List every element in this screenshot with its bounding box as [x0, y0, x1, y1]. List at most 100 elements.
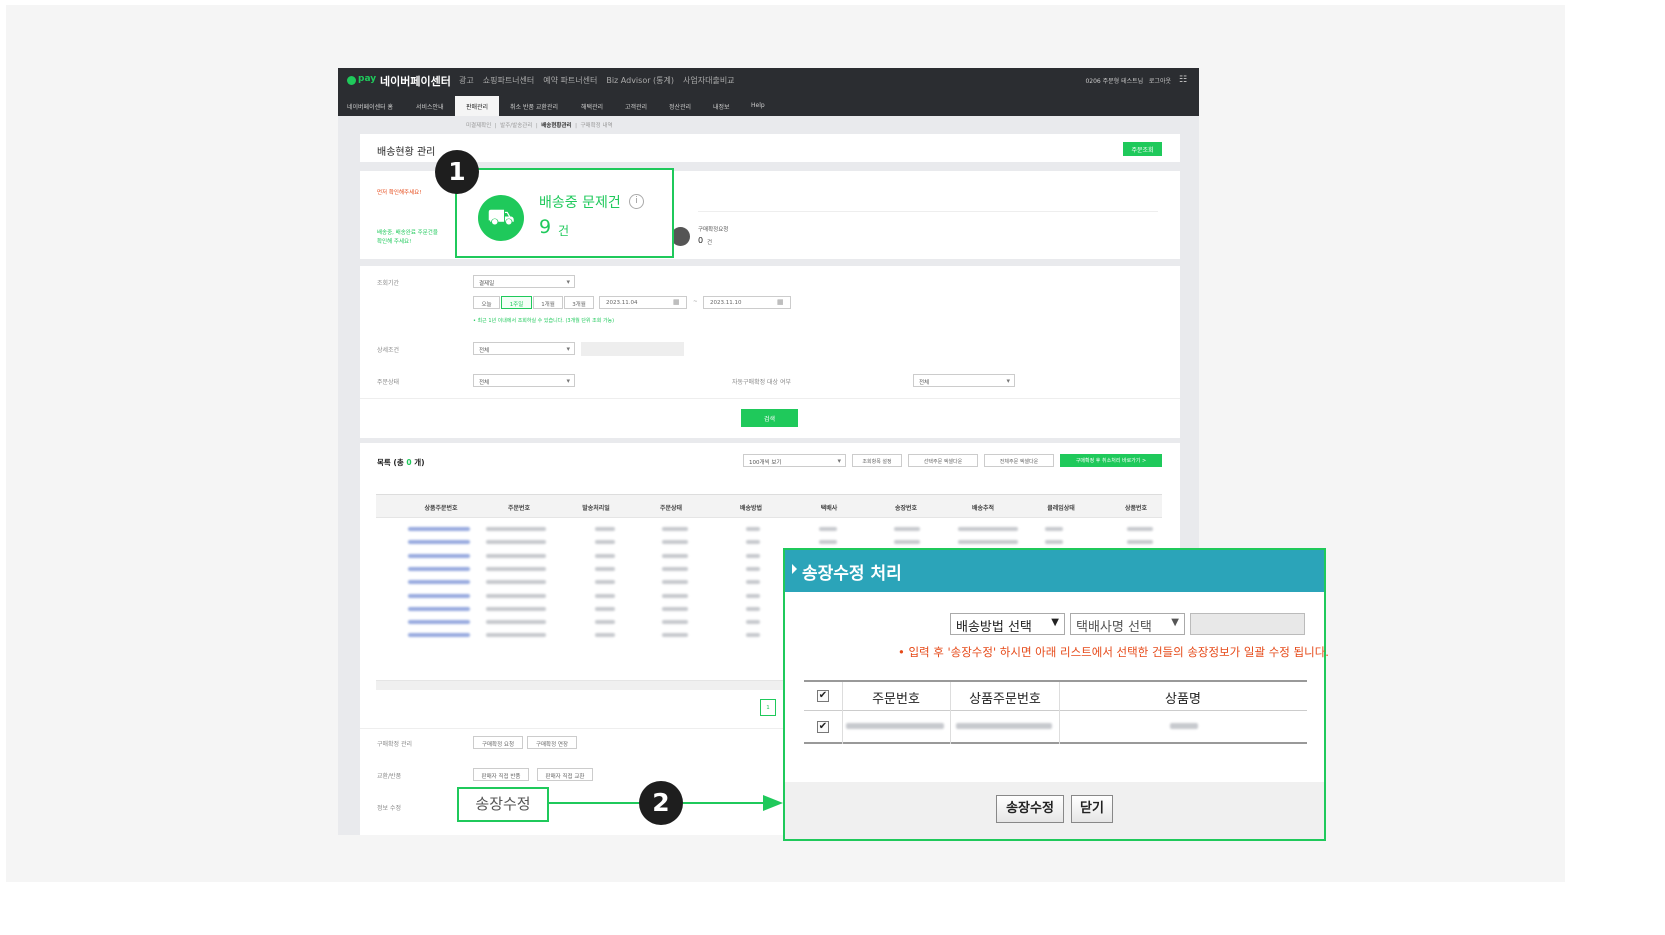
col-claim-status[interactable]: 클레임상태: [1047, 503, 1075, 512]
subnav-item-benefits[interactable]: 해택관리: [581, 102, 603, 111]
excel-all-button[interactable]: 전체주문 엑셀다운: [984, 454, 1054, 467]
shipping-method-value: 배송방법 선택: [956, 620, 1032, 635]
breadcrumb-item[interactable]: 발주/발송관리: [500, 123, 532, 129]
subnav-item-claims[interactable]: 취소 반품 교환관리: [510, 102, 558, 111]
range-3month-button[interactable]: 3개월: [564, 296, 594, 309]
blurred-cell: [662, 620, 688, 625]
confirm-request-count[interactable]: 0: [698, 236, 703, 245]
top-menu-item[interactable]: 사업자대출비교: [683, 75, 735, 86]
breadcrumb: 미결제확인 | 발주/발송관리 | 배송현황관리 | 구매확정 내역: [466, 123, 613, 129]
top-navigation-bar: pay 네이버페이센터 광고 쇼핑파트너센터 예약 파트너센터 Biz Advi…: [338, 68, 1199, 93]
detail-keyword-input[interactable]: [581, 342, 684, 356]
col-order-status[interactable]: 주문상태: [660, 503, 682, 512]
subnav-item-settlement[interactable]: 정산관리: [669, 102, 691, 111]
range-1week-button[interactable]: 1주일: [501, 296, 532, 309]
blurred-cell: [662, 540, 688, 545]
blurred-cell: [408, 593, 470, 598]
range-1month-button[interactable]: 1개월: [533, 296, 563, 309]
close-button[interactable]: 닫기: [1071, 795, 1113, 823]
divider: [1059, 682, 1060, 711]
table-header: 상품주문번호 주문번호 발송처리일 주문상태 배송방법 택배사 송장번호 배송추…: [376, 494, 1162, 518]
row-checkbox[interactable]: ✔: [817, 721, 829, 733]
col-track[interactable]: 배송추적: [972, 503, 994, 512]
blurred-cell: [746, 527, 760, 531]
col-tracking-no[interactable]: 송장번호: [895, 503, 917, 512]
breadcrumb-current[interactable]: 배송현황관리: [541, 123, 571, 129]
col-product-order-no[interactable]: 상품주문번호: [424, 503, 457, 512]
modal-table-row[interactable]: ✔: [804, 711, 1307, 744]
subnav-item-customers[interactable]: 고객관리: [625, 102, 647, 111]
info-edit-label: 정보 수정: [377, 805, 401, 812]
pagination-page[interactable]: 1: [760, 699, 776, 716]
subnav-item-service[interactable]: 서비스안내: [416, 102, 444, 111]
status-label: 주문상태: [377, 379, 400, 386]
top-menu-item[interactable]: 광고: [459, 75, 474, 86]
subnav-item-help[interactable]: Help: [751, 102, 765, 109]
confirm-cancel-shortcut-button[interactable]: 구매확정 후 취소처리 바로가기 >: [1060, 454, 1162, 467]
range-note: • 최근 1년 이내에서 조회하실 수 있습니다. (3개월 단위 조회 가능): [473, 318, 615, 324]
search-button[interactable]: 검색: [741, 409, 798, 427]
top-menu-item[interactable]: 예약 파트너센터: [543, 75, 597, 86]
col-product-no[interactable]: 상품번호: [1125, 503, 1147, 512]
page-title: 배송현황 관리: [377, 147, 436, 158]
connector-line: [683, 802, 765, 804]
in-transit-issue-callout[interactable]: ⛟ 배송중 문제건 i 9 건: [455, 168, 674, 258]
calendar-icon[interactable]: ▦: [673, 298, 680, 306]
logout-link[interactable]: 로그아웃: [1149, 78, 1171, 85]
blurred-cell: [486, 540, 546, 545]
period-type-select[interactable]: 결제일: [473, 275, 575, 288]
col-product-order-no: 상품주문번호: [969, 692, 1041, 707]
col-ship-date[interactable]: 발송처리일: [582, 503, 610, 512]
blurred-cell: [662, 580, 688, 585]
modal-title: 송장수정 처리: [802, 564, 902, 584]
blurred-cell: [819, 540, 837, 545]
select-all-checkbox[interactable]: ✔: [817, 690, 829, 702]
invoice-submit-button[interactable]: 송장수정: [996, 795, 1064, 823]
top-menu-item[interactable]: 쇼핑파트너센터: [483, 75, 535, 86]
breadcrumb-item[interactable]: 미결제확인: [466, 123, 491, 129]
truck-icon: ⛟: [478, 195, 524, 241]
subnav-item-home[interactable]: 네이버페이센터 홈: [347, 102, 393, 111]
order-status-select[interactable]: 전체: [473, 374, 575, 387]
col-order-no[interactable]: 주문번호: [508, 503, 530, 512]
seller-return-button[interactable]: 판매자 직접 반품: [473, 768, 529, 781]
seller-exchange-button[interactable]: 판매자 직접 교환: [537, 768, 593, 781]
order-search-button[interactable]: 주문조회: [1123, 142, 1162, 156]
apps-grid-icon[interactable]: ☷: [1179, 75, 1189, 85]
invoice-edit-button-callout[interactable]: 송장수정: [457, 787, 549, 822]
blurred-cell: [1045, 527, 1063, 531]
detail-condition-select[interactable]: 전체: [473, 342, 575, 355]
shipping-method-select[interactable]: 배송방법 선택 ▼: [950, 613, 1065, 635]
tracking-number-input[interactable]: [1190, 613, 1305, 635]
user-name[interactable]: 0206 주문형 테스트님: [1085, 78, 1143, 85]
col-courier[interactable]: 택배사: [821, 503, 838, 512]
calendar-icon[interactable]: ▦: [777, 298, 784, 306]
blurred-cell: [408, 633, 470, 638]
col-ship-method[interactable]: 배송방법: [740, 503, 762, 512]
confirm-request-unit: 건: [707, 240, 713, 246]
breadcrumb-item[interactable]: 구매확정 내역: [580, 123, 612, 129]
subnav-item-myinfo[interactable]: 내정보: [713, 102, 730, 111]
courier-select[interactable]: 택배사명 선택 ▼: [1070, 613, 1185, 635]
pay-logo[interactable]: pay: [358, 74, 376, 84]
subnav-item-sales[interactable]: 판매관리: [455, 96, 500, 116]
page-size-select[interactable]: 100개씩 보기: [743, 454, 846, 467]
purchase-confirm-request-button[interactable]: 구매확정 요청: [473, 736, 523, 749]
blurred-cell: [595, 593, 615, 598]
column-setting-button[interactable]: 조회항목 설정: [852, 454, 902, 467]
brand-title[interactable]: 네이버페이센터: [380, 73, 451, 89]
top-menu-item[interactable]: Biz Advisor (통계): [606, 75, 674, 86]
blurred-cell: [595, 620, 615, 625]
auto-confirm-select[interactable]: 전체: [913, 374, 1015, 387]
range-today-button[interactable]: 오늘: [473, 296, 500, 309]
divider: [950, 711, 951, 744]
purchase-confirm-extend-button[interactable]: 구매확정 연장: [527, 736, 577, 749]
confirm-request-label[interactable]: 구매확정요청: [698, 225, 728, 233]
blurred-cell: [746, 593, 760, 598]
exchange-return-label: 교환/반품: [377, 773, 402, 780]
excel-selected-button[interactable]: 선택주문 엑셀다운: [908, 454, 978, 467]
blurred-cell: [486, 620, 546, 625]
blurred-cell: [595, 633, 615, 638]
modal-header: 송장수정 처리: [785, 550, 1324, 592]
info-icon[interactable]: i: [629, 194, 644, 209]
